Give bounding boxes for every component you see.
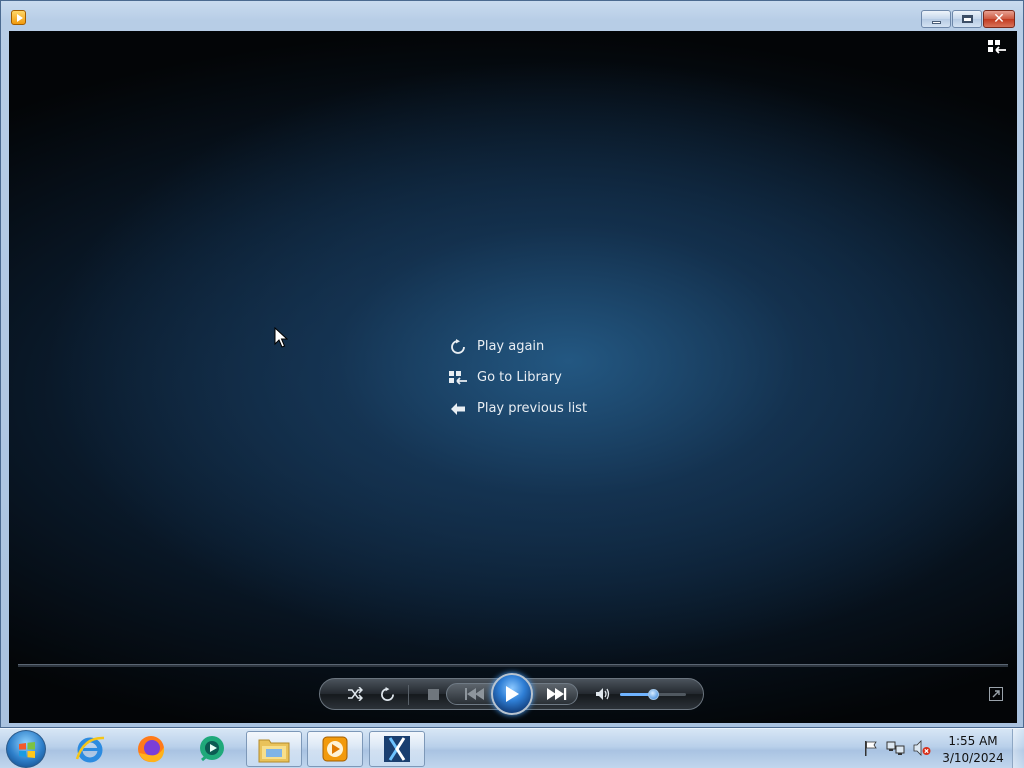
repeat-icon (380, 686, 394, 701)
windows-logo-icon (19, 742, 35, 758)
firefox-icon (138, 736, 165, 763)
snip-tool-icon (384, 736, 410, 762)
mute-button[interactable] (590, 679, 616, 709)
maximize-icon (962, 15, 973, 23)
internet-explorer-taskbar-button[interactable] (62, 731, 118, 767)
explorer-taskbar-button[interactable] (246, 731, 302, 767)
playback-controls (319, 673, 704, 715)
previous-button[interactable] (458, 679, 492, 709)
play-previous-list-label: Play previous list (477, 401, 588, 416)
media-player-icon[interactable] (11, 10, 26, 25)
volume-slider[interactable] (620, 689, 686, 700)
mouse-cursor-icon (274, 327, 288, 348)
shuffle-icon (348, 687, 363, 701)
seek-bar[interactable] (18, 664, 1008, 667)
network-icon[interactable] (886, 739, 906, 757)
green-app-taskbar-button[interactable] (184, 731, 240, 767)
stop-icon (427, 688, 439, 700)
go-to-library-option[interactable]: Go to Library (449, 362, 587, 393)
minimize-button[interactable] (921, 10, 951, 28)
speaker-icon (596, 688, 610, 700)
replay-icon (449, 338, 467, 356)
play-button[interactable] (491, 673, 533, 715)
back-arrow-icon (449, 400, 467, 418)
library-icon (449, 369, 467, 387)
show-desktop-button[interactable] (1012, 729, 1024, 768)
stop-button[interactable] (420, 679, 446, 709)
repeat-button[interactable] (374, 679, 400, 709)
maximize-button[interactable] (952, 10, 982, 28)
next-button[interactable] (540, 679, 574, 709)
taskbar: 1:55 AM 3/10/2024 (0, 728, 1024, 768)
play-again-option[interactable]: Play again (449, 331, 587, 362)
volume-muted-icon[interactable] (912, 739, 932, 757)
internet-explorer-icon (75, 736, 105, 763)
action-center-flag-icon[interactable] (862, 739, 880, 757)
firefox-taskbar-button[interactable] (123, 731, 179, 767)
window-controls: ✕ (920, 10, 1015, 28)
separator (408, 685, 409, 705)
next-icon (547, 688, 567, 700)
play-icon (506, 686, 519, 702)
switch-to-library-icon[interactable] (987, 39, 1007, 55)
folder-icon (258, 739, 290, 763)
now-playing-area[interactable]: Play again Go to Library Play previous l… (9, 31, 1017, 723)
close-button[interactable]: ✕ (983, 10, 1015, 28)
close-icon: ✕ (993, 11, 1005, 27)
previous-icon (465, 688, 484, 700)
media-player-taskbar-button[interactable] (307, 731, 363, 767)
title-bar[interactable]: ✕ (1, 1, 1023, 31)
system-tray (862, 739, 932, 757)
green-app-icon (200, 736, 224, 762)
clock-time: 1:55 AM (948, 734, 998, 748)
play-again-label: Play again (477, 339, 545, 354)
snip-tool-taskbar-button[interactable] (369, 731, 425, 767)
shuffle-button[interactable] (342, 679, 368, 709)
minimize-icon (932, 21, 941, 24)
end-of-playlist-menu: Play again Go to Library Play previous l… (449, 331, 587, 424)
play-previous-list-option[interactable]: Play previous list (449, 393, 587, 424)
clock-date: 3/10/2024 (942, 751, 1004, 765)
media-player-icon (322, 736, 348, 762)
go-to-library-label: Go to Library (477, 370, 562, 385)
volume-thumb[interactable] (647, 689, 659, 700)
start-button[interactable] (6, 730, 46, 768)
media-player-window: ✕ Play again Go to Library Play previous… (0, 0, 1024, 728)
taskbar-clock[interactable]: 1:55 AM 3/10/2024 (938, 733, 1008, 767)
switch-to-now-playing-icon[interactable] (989, 687, 1003, 701)
